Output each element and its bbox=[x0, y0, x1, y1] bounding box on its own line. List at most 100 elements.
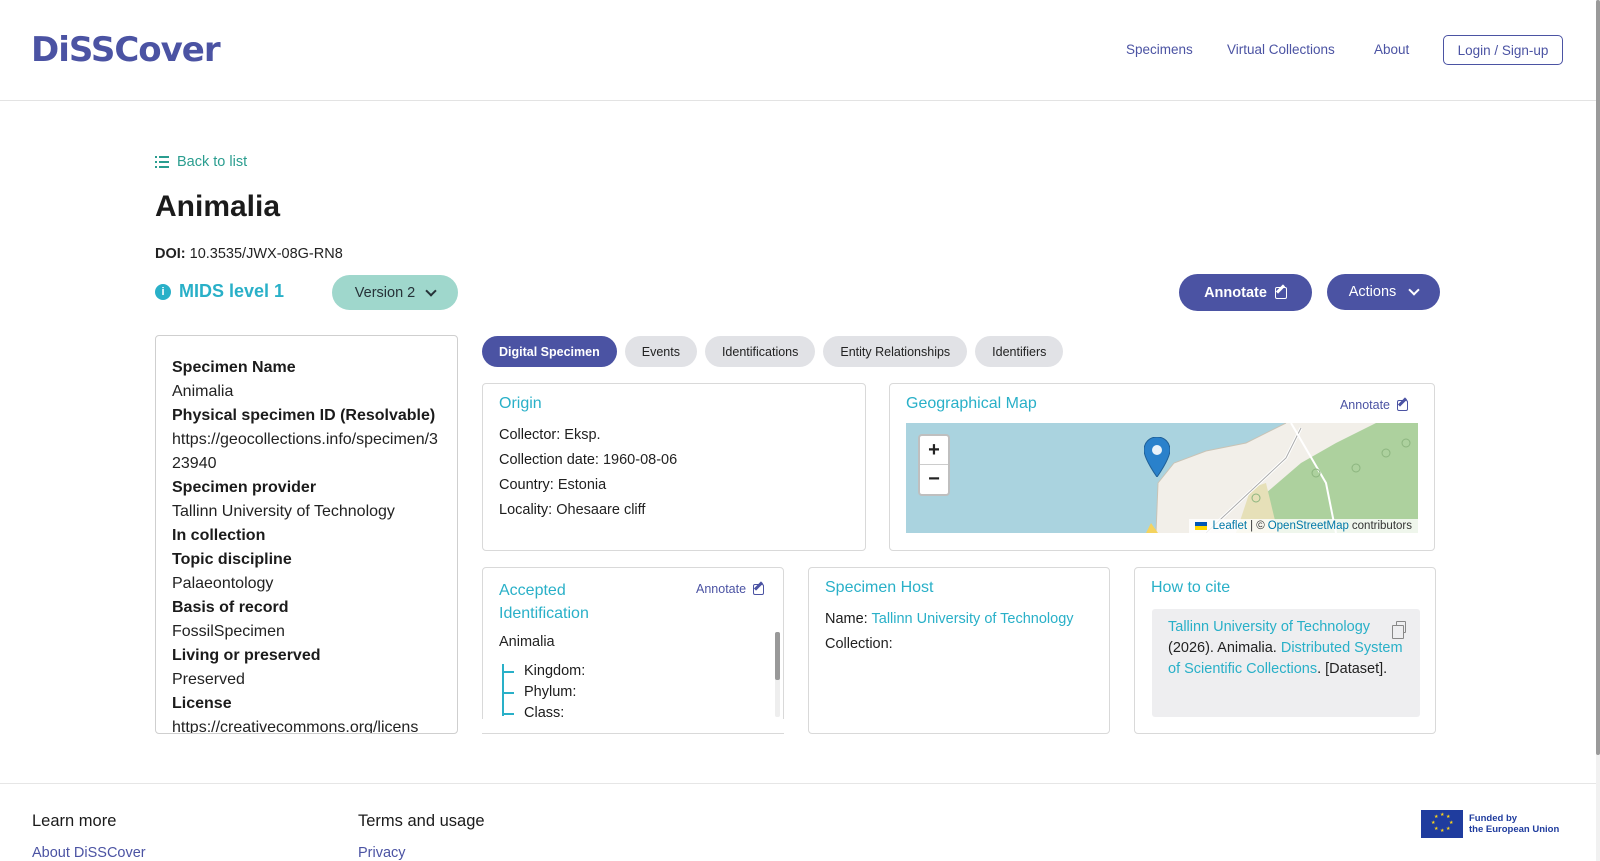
eu-funding-logo: ★ ★ ★ ★ ★ ★ ★ ★ Funded by the European Union bbox=[1421, 810, 1559, 838]
annotate-button-label: Annotate bbox=[1204, 284, 1267, 301]
leaflet-link[interactable]: Leaflet bbox=[1213, 520, 1248, 532]
field-label: Physical specimen ID (Resolvable) bbox=[172, 407, 436, 424]
zoom-out-button[interactable]: − bbox=[920, 465, 948, 494]
identification-annotate-link[interactable]: Annotate bbox=[696, 582, 765, 596]
page-scrollbar[interactable] bbox=[1596, 0, 1600, 861]
origin-card: Origin Collector: Eksp. Collection date:… bbox=[482, 383, 866, 551]
tab-identifiers[interactable]: Identifiers bbox=[975, 336, 1064, 367]
copy-icon[interactable] bbox=[1392, 621, 1406, 639]
edit-icon bbox=[753, 583, 765, 595]
country-value: Estonia bbox=[557, 477, 607, 493]
collector-value: Eksp. bbox=[564, 427, 601, 443]
map-marker-icon[interactable] bbox=[1144, 437, 1170, 477]
citation-text: . [Dataset]. bbox=[1317, 661, 1388, 677]
tab-identifications[interactable]: Identifications bbox=[704, 336, 816, 367]
annotate-label: Annotate bbox=[696, 582, 747, 596]
login-signup-button[interactable]: Login / Sign-up bbox=[1443, 35, 1563, 65]
zoom-in-button[interactable]: + bbox=[920, 436, 948, 465]
nav-virtual-collections[interactable]: Virtual Collections bbox=[1227, 42, 1335, 57]
doi: DOI: 10.3535/JWX-08G-RN8 bbox=[155, 246, 343, 262]
tab-events[interactable]: Events bbox=[624, 336, 697, 367]
card-title: Origin bbox=[499, 395, 542, 412]
taxonomy-tree: Kingdom: Phylum: Class: bbox=[502, 661, 585, 724]
scrollbar-thumb[interactable] bbox=[775, 632, 780, 680]
collection-date-value: 1960-08-06 bbox=[602, 452, 678, 468]
eu-text-line: Funded by bbox=[1469, 813, 1518, 824]
annotate-label: Annotate bbox=[1339, 398, 1390, 412]
field-label: Topic discipline bbox=[172, 551, 292, 568]
field-label: License bbox=[172, 695, 232, 712]
field-value: FossilSpecimen bbox=[172, 623, 285, 640]
card-title: How to cite bbox=[1151, 579, 1231, 596]
locality-value: Ohesaare cliff bbox=[556, 502, 646, 518]
locality-label: Locality: bbox=[499, 502, 553, 518]
ukraine-flag-icon bbox=[1194, 522, 1207, 530]
taxon-rank: Kingdom: bbox=[502, 661, 585, 682]
actions-button[interactable]: Actions bbox=[1327, 274, 1440, 310]
nav-about[interactable]: About bbox=[1374, 42, 1409, 57]
specimen-summary-panel: Specimen Name Animalia Physical specimen… bbox=[155, 335, 458, 734]
edit-icon bbox=[1397, 399, 1408, 411]
locality-row: Locality: Ohesaare cliff bbox=[499, 502, 645, 518]
citation-text: (2026). Animalia. bbox=[1168, 640, 1281, 656]
field-value[interactable]: https://geocollections.info/specimen/323… bbox=[172, 428, 441, 476]
tab-entity-relationships[interactable]: Entity Relationships bbox=[823, 336, 968, 367]
doi-value: 10.3535/JWX-08G-RN8 bbox=[189, 246, 343, 262]
back-to-list-link[interactable]: Back to list bbox=[155, 154, 247, 170]
card-border-bottom bbox=[482, 733, 784, 734]
eu-flag-icon: ★ ★ ★ ★ ★ ★ ★ ★ bbox=[1421, 810, 1463, 838]
info-icon: i bbox=[155, 283, 171, 300]
identification-scrollbar[interactable] bbox=[775, 632, 780, 717]
footer-terms-heading: Terms and usage bbox=[358, 812, 485, 830]
field-value: Animalia bbox=[172, 383, 234, 400]
host-name-link[interactable]: Tallinn University of Technology bbox=[872, 611, 1074, 627]
about-disscover-link[interactable]: About DiSSCover bbox=[32, 845, 146, 861]
mids-level-label: MIDS level 1 bbox=[179, 281, 285, 301]
card-title-line: Identification bbox=[499, 605, 589, 622]
citation-box: Tallinn University of Technology (2026).… bbox=[1152, 609, 1420, 717]
field-label: Basis of record bbox=[172, 599, 289, 616]
top-header: DiSSCover Specimens Virtual Collections … bbox=[0, 0, 1600, 101]
chevron-down-icon bbox=[1408, 284, 1420, 296]
page-title: Animalia bbox=[155, 190, 281, 223]
scrollbar-thumb[interactable] bbox=[1596, 0, 1600, 755]
attribution-separator: | © bbox=[1250, 520, 1265, 532]
list-icon bbox=[155, 156, 169, 168]
tab-digital-specimen[interactable]: Digital Specimen bbox=[482, 336, 617, 367]
card-title: Geographical Map bbox=[906, 395, 1037, 412]
map-annotate-link[interactable]: Annotate bbox=[1340, 398, 1408, 412]
field-value[interactable]: https://creativecommons.org/licens bbox=[172, 716, 441, 733]
taxon-rank: Phylum: bbox=[502, 682, 585, 703]
identification-name: Animalia bbox=[499, 634, 555, 650]
host-collection-label: Collection: bbox=[825, 636, 893, 652]
logo[interactable]: DiSSCover bbox=[31, 30, 221, 70]
openstreetmap-link[interactable]: OpenStreetMap bbox=[1268, 520, 1349, 532]
collection-date-row: Collection date: 1960-08-06 bbox=[499, 452, 677, 468]
tree-fade bbox=[482, 719, 784, 734]
host-name-label: Name: bbox=[825, 611, 868, 627]
country-label: Country: bbox=[499, 477, 554, 493]
collector-row: Collector: Eksp. bbox=[499, 427, 601, 443]
collector-label: Collector: bbox=[499, 427, 561, 443]
mids-level[interactable]: i MIDS level 1 bbox=[155, 281, 284, 302]
field-label: In collection bbox=[172, 527, 266, 544]
specimen-tabs: Digital Specimen Events Identifications … bbox=[482, 336, 1064, 367]
version-select[interactable]: Version 2 bbox=[332, 275, 458, 310]
field-value: Tallinn University of Technology bbox=[172, 503, 395, 520]
map-view[interactable]: + − Leaflet | © OpenStreetMap contributo… bbox=[906, 423, 1418, 533]
map-zoom-controls: + − bbox=[918, 434, 950, 496]
footer-learn-more-heading: Learn more bbox=[32, 812, 117, 830]
chevron-down-icon bbox=[425, 284, 437, 297]
map-attribution: Leaflet | © OpenStreetMap contributors bbox=[1188, 519, 1418, 533]
card-title-line: Accepted bbox=[499, 582, 566, 599]
version-label: Version 2 bbox=[354, 284, 416, 301]
actions-button-label: Actions bbox=[1348, 284, 1397, 300]
field-value: Palaeontology bbox=[172, 575, 274, 592]
nav-specimens[interactable]: Specimens bbox=[1126, 42, 1193, 57]
specimen-host-card: Specimen Host Name: Tallinn University o… bbox=[808, 567, 1110, 734]
eu-funding-text: Funded by the European Union bbox=[1469, 813, 1559, 835]
annotate-button[interactable]: Annotate bbox=[1179, 274, 1312, 311]
privacy-link[interactable]: Privacy bbox=[358, 845, 406, 861]
citation-provider-link[interactable]: Tallinn University of Technology bbox=[1168, 619, 1370, 635]
country-row: Country: Estonia bbox=[499, 477, 606, 493]
